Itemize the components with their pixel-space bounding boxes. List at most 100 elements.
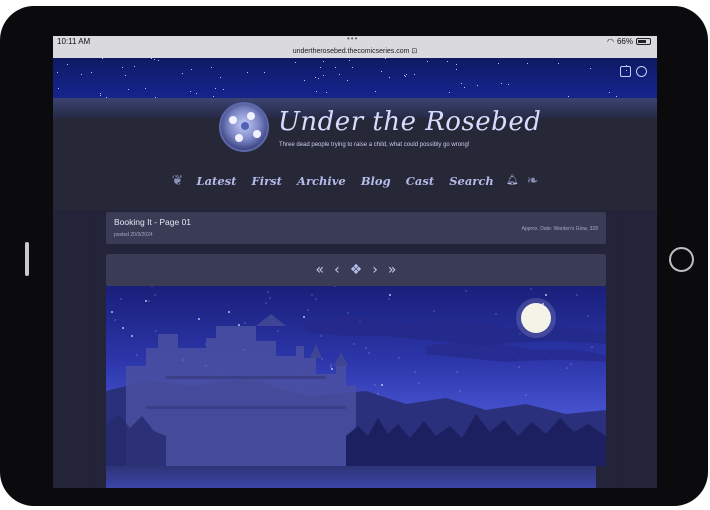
star xyxy=(352,67,353,68)
comic-star xyxy=(389,294,391,296)
comic-star xyxy=(576,294,578,296)
star xyxy=(191,69,192,70)
star xyxy=(335,67,336,68)
star xyxy=(447,61,448,62)
comic-star xyxy=(566,367,568,369)
comic-star xyxy=(122,327,124,329)
prev-page-button[interactable]: ‹ xyxy=(334,262,340,278)
star xyxy=(154,59,155,60)
comic-star xyxy=(388,298,390,300)
star xyxy=(67,64,68,65)
site-title[interactable]: Under the Rosebed xyxy=(278,107,541,137)
star xyxy=(190,91,191,92)
comic-star xyxy=(398,357,400,359)
star xyxy=(616,96,617,97)
comic-star xyxy=(587,315,589,317)
comic-image-lower xyxy=(106,466,596,488)
bell-icon[interactable]: 🔔︎ xyxy=(506,175,519,186)
star xyxy=(196,93,197,94)
star xyxy=(323,61,324,62)
comic-star xyxy=(545,294,547,296)
star xyxy=(247,72,248,73)
star xyxy=(128,89,129,90)
url-bar[interactable]: undertherosebed.thecomicseries.com ⊡ xyxy=(53,47,657,55)
status-bar: 10:11 AM ••• ◠ 66% undertherosebed.theco… xyxy=(53,36,657,58)
star xyxy=(339,74,340,75)
comic-star xyxy=(151,286,153,287)
nav-cast[interactable]: Cast xyxy=(406,174,434,188)
nav-first[interactable]: First xyxy=(252,174,282,188)
comic-star xyxy=(414,371,416,373)
nav-blog[interactable]: Blog xyxy=(361,174,391,188)
last-page-button[interactable]: » xyxy=(388,262,397,278)
star xyxy=(316,91,317,92)
comic-title-box: Booking It - Page 01 posted 20/3/2024 Ap… xyxy=(106,212,606,244)
star xyxy=(320,67,321,68)
comic-star xyxy=(530,288,532,290)
comic-star xyxy=(311,294,313,296)
comic-star xyxy=(244,322,246,324)
star xyxy=(318,78,319,79)
comic-star xyxy=(459,390,461,392)
comic-star xyxy=(334,286,336,287)
star xyxy=(295,62,296,63)
url-text: undertherosebed.thecomicseries.com xyxy=(292,48,410,55)
star xyxy=(57,72,58,73)
approx-date: Approx. Date: Warden's Glow, 328 xyxy=(521,226,598,232)
star xyxy=(609,92,610,93)
comic-star xyxy=(570,363,572,365)
home-button[interactable] xyxy=(669,247,694,272)
comic-image[interactable] xyxy=(106,286,606,466)
star xyxy=(405,76,406,77)
site-logo[interactable] xyxy=(219,102,269,152)
star xyxy=(122,67,123,68)
comic-star xyxy=(374,384,376,386)
star xyxy=(568,96,569,97)
comic-star xyxy=(303,316,305,318)
star xyxy=(477,85,478,86)
calendar-icon[interactable] xyxy=(620,66,631,77)
comic-navigation: « ‹ ❖ › » xyxy=(106,254,606,286)
nav-search[interactable]: Search xyxy=(449,174,494,188)
star xyxy=(315,77,316,78)
comic-star xyxy=(353,343,355,345)
comic-star xyxy=(525,394,527,396)
star xyxy=(145,88,146,89)
comic-star xyxy=(131,335,133,337)
comic-star xyxy=(320,335,322,337)
comic-star xyxy=(145,300,147,302)
star xyxy=(406,74,407,75)
star xyxy=(323,75,324,76)
posted-date: posted 20/3/2024 xyxy=(114,232,153,238)
comic-star xyxy=(114,319,116,321)
comic-star xyxy=(365,347,367,349)
first-page-button[interactable]: « xyxy=(316,262,325,278)
comic-star xyxy=(518,366,520,368)
star xyxy=(125,75,126,76)
next-page-button[interactable]: › xyxy=(372,262,378,278)
battery-icon xyxy=(636,38,651,45)
comic-star xyxy=(155,330,157,332)
star xyxy=(304,80,305,81)
star xyxy=(375,91,376,92)
star xyxy=(151,58,152,59)
star xyxy=(215,88,216,89)
nav-latest[interactable]: Latest xyxy=(196,174,236,188)
comic-star xyxy=(277,330,279,332)
star xyxy=(590,68,591,69)
wifi-icon: ◠ xyxy=(607,37,614,46)
settings-icon[interactable] xyxy=(636,66,647,77)
star xyxy=(349,60,350,61)
star xyxy=(508,84,509,85)
comic-star xyxy=(315,298,317,300)
star xyxy=(456,64,457,65)
star xyxy=(498,63,499,64)
comic-star xyxy=(381,384,383,386)
screen: 10:11 AM ••• ◠ 66% undertherosebed.theco… xyxy=(53,36,657,488)
comic-artwork xyxy=(106,286,606,466)
battery-percent: 66% xyxy=(616,37,633,46)
nav-archive[interactable]: Archive xyxy=(297,174,346,188)
star xyxy=(385,58,386,59)
multitask-dots-icon[interactable]: ••• xyxy=(347,36,358,43)
lock-icon: ⊡ xyxy=(411,48,418,55)
